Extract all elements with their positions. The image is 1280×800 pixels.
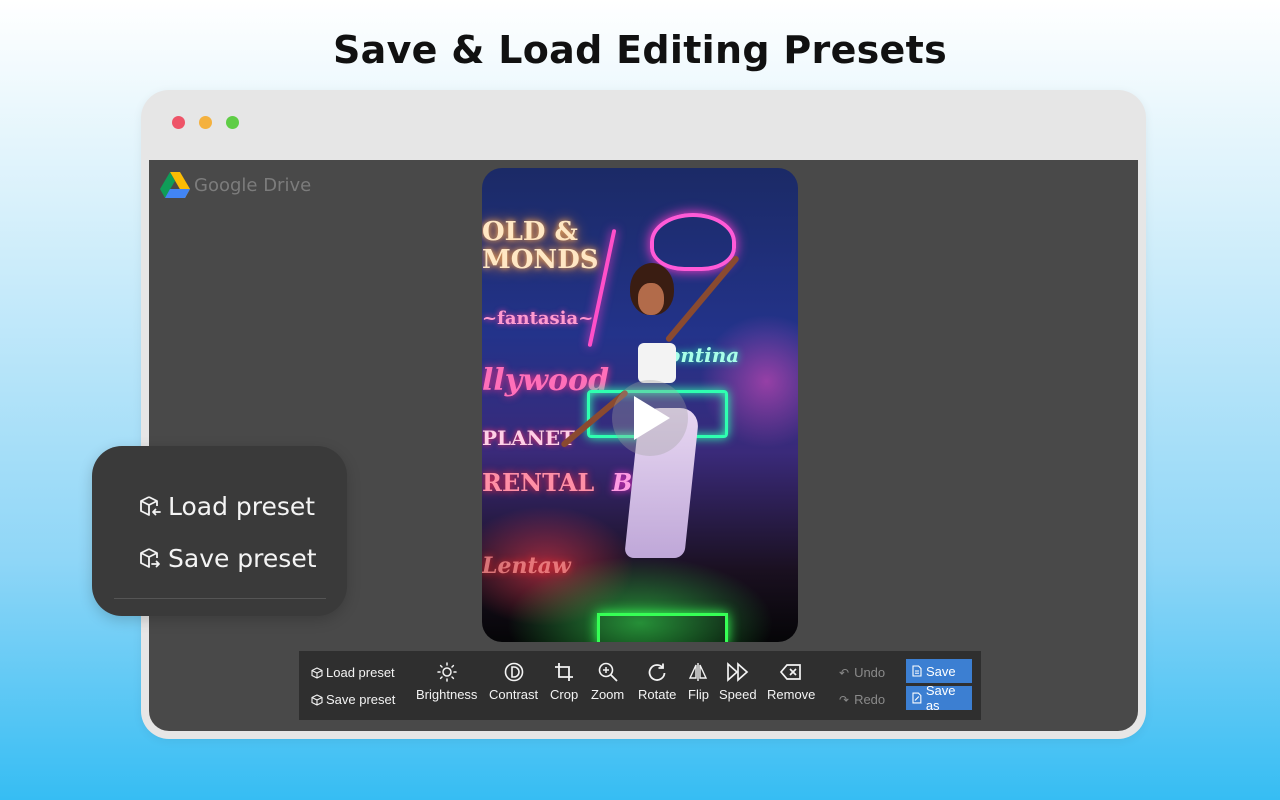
editor-toolbar: Load preset Save preset Brightness Contr… xyxy=(299,651,981,720)
neon-decoration xyxy=(597,613,728,642)
tool-label: Crop xyxy=(550,687,579,702)
neon-sign: Lentaw xyxy=(482,553,571,579)
save-as-label: Save as xyxy=(925,683,956,713)
speed-icon xyxy=(726,662,749,682)
neon-sign: ~fantasia~ xyxy=(482,308,594,329)
popup-load-preset[interactable]: Load preset xyxy=(138,492,315,521)
crop-icon xyxy=(555,663,574,681)
neon-decoration xyxy=(650,213,736,271)
tool-label: Remove xyxy=(767,687,816,702)
crop-button[interactable]: Crop xyxy=(550,662,578,702)
google-drive-label: Google Drive xyxy=(194,174,312,196)
tool-label: Rotate xyxy=(638,687,677,702)
zoom-button[interactable]: Zoom xyxy=(591,662,624,702)
contrast-button[interactable]: Contrast xyxy=(489,662,538,702)
load-preset-icon xyxy=(140,495,161,516)
save-button[interactable]: Save xyxy=(906,659,972,683)
undo-button[interactable]: ↶ Undo xyxy=(839,665,885,680)
neon-sign: RENTAL xyxy=(482,468,595,497)
save-preset-icon xyxy=(311,693,323,706)
window-close-dot[interactable] xyxy=(172,116,185,129)
google-drive-icon xyxy=(160,172,190,198)
play-icon xyxy=(634,396,670,440)
window-minimize-dot[interactable] xyxy=(199,116,212,129)
brightness-button[interactable]: Brightness xyxy=(416,662,477,702)
browser-window: Google Drive OLD & MONDS ~fantasia~ llywo… xyxy=(141,90,1146,739)
redo-icon: ↷ xyxy=(839,692,850,707)
remove-button[interactable]: Remove xyxy=(767,662,815,702)
dancer-face xyxy=(638,283,664,315)
save-preset-icon xyxy=(140,547,160,568)
popup-save-preset[interactable]: Save preset xyxy=(138,544,317,573)
tool-label: Brightness xyxy=(416,687,478,702)
undo-label: Undo xyxy=(854,665,886,680)
tool-label: Flip xyxy=(688,687,709,702)
rotate-icon xyxy=(648,663,666,681)
play-button[interactable] xyxy=(612,380,688,456)
popup-load-preset-label: Load preset xyxy=(168,492,316,521)
page-headline: Save & Load Editing Presets xyxy=(332,28,948,72)
neon-sign: ontina xyxy=(667,343,740,367)
save-icon xyxy=(912,665,922,677)
preset-popup: Load preset Save preset xyxy=(92,446,347,616)
save-as-icon xyxy=(912,692,922,704)
popup-save-preset-label: Save preset xyxy=(168,544,317,573)
flip-button[interactable]: Flip xyxy=(688,662,709,702)
undo-icon: ↶ xyxy=(839,665,850,680)
load-preset-label: Load preset xyxy=(326,665,395,680)
contrast-icon xyxy=(504,662,523,682)
tool-label: Speed xyxy=(719,687,757,702)
neon-sign: OLD & MONDS xyxy=(482,217,599,275)
dancer-top xyxy=(638,343,676,383)
tool-label: Contrast xyxy=(489,687,539,702)
zoom-icon xyxy=(598,662,618,682)
popup-divider xyxy=(114,598,326,599)
window-maximize-dot[interactable] xyxy=(226,116,239,129)
speed-button[interactable]: Speed xyxy=(719,662,757,702)
video-preview[interactable]: OLD & MONDS ~fantasia~ llywood PLANET REN… xyxy=(482,168,798,642)
save-as-button[interactable]: Save as xyxy=(906,683,972,713)
google-drive-brand: Google Drive xyxy=(160,172,311,198)
neon-sign: PLANET xyxy=(482,426,576,450)
save-preset-label: Save preset xyxy=(326,692,396,707)
remove-icon xyxy=(780,664,802,680)
load-preset-icon xyxy=(311,666,323,679)
brightness-icon xyxy=(436,662,457,682)
load-preset-button[interactable]: Load preset xyxy=(311,665,395,680)
redo-button[interactable]: ↷ Redo xyxy=(839,692,885,707)
save-label: Save xyxy=(926,663,956,679)
redo-label: Redo xyxy=(854,692,886,707)
flip-icon xyxy=(689,663,708,681)
save-preset-button[interactable]: Save preset xyxy=(311,692,395,707)
rotate-button[interactable]: Rotate xyxy=(638,662,676,702)
tool-label: Zoom xyxy=(591,687,625,702)
